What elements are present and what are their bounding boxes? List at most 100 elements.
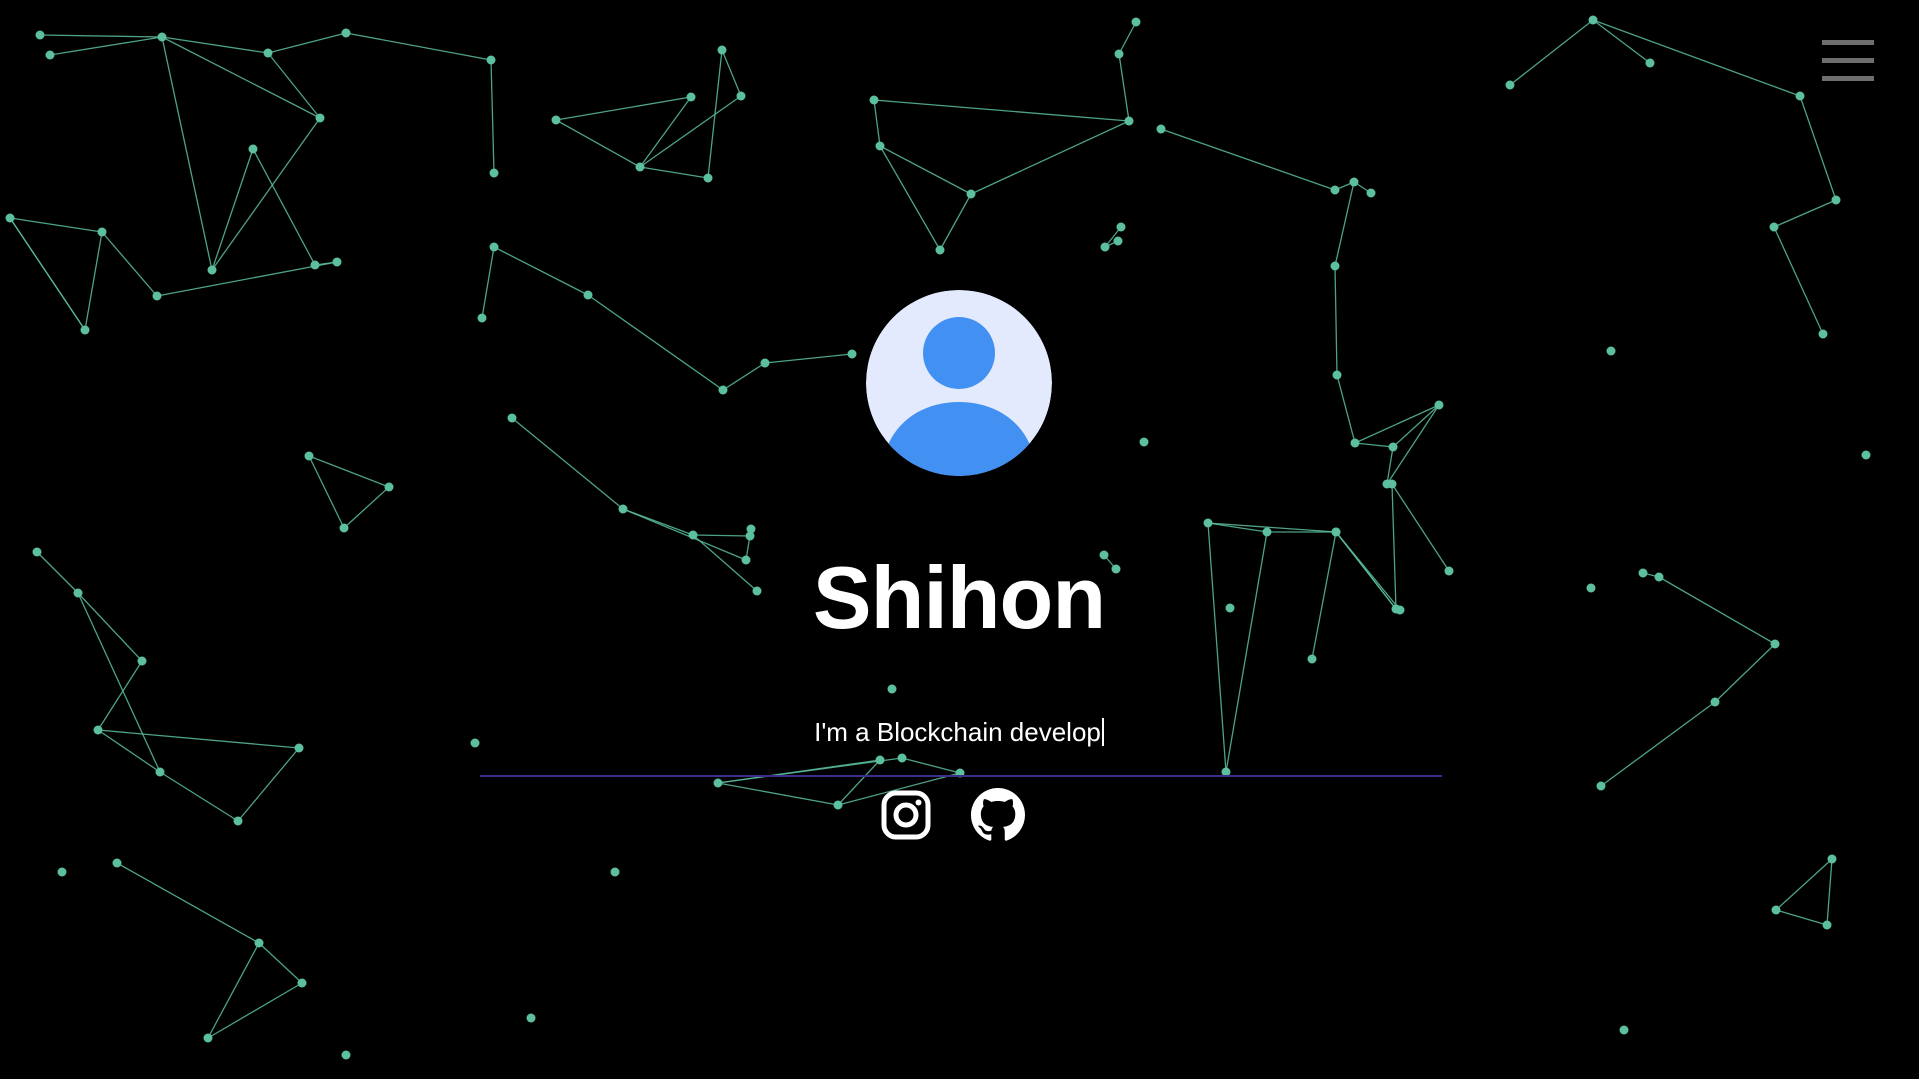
particle-dot bbox=[1505, 80, 1515, 90]
particle-dot bbox=[1366, 188, 1376, 198]
particle-link bbox=[267, 32, 347, 54]
particle-dot bbox=[384, 482, 394, 492]
particle-link bbox=[555, 119, 641, 168]
particle-dot bbox=[1434, 400, 1444, 410]
particle-dot bbox=[57, 867, 67, 877]
particle-dot bbox=[1331, 527, 1341, 537]
particle-link bbox=[267, 52, 321, 119]
particle-dot bbox=[1332, 370, 1342, 380]
particle-link bbox=[873, 99, 881, 147]
github-link[interactable] bbox=[971, 788, 1025, 842]
particle-dot bbox=[97, 227, 107, 237]
particle-link bbox=[308, 455, 345, 529]
particle-dot bbox=[746, 524, 756, 534]
particle-dot bbox=[489, 242, 499, 252]
particle-link bbox=[211, 117, 321, 271]
particle-link bbox=[511, 417, 624, 510]
particle-dot bbox=[1330, 261, 1340, 271]
particle-link bbox=[252, 148, 316, 266]
particle-dot bbox=[93, 725, 103, 735]
github-icon bbox=[971, 788, 1025, 841]
particle-dot bbox=[1822, 920, 1832, 930]
particle-dot bbox=[470, 738, 480, 748]
particle-dot bbox=[1203, 518, 1213, 528]
particle-link bbox=[837, 759, 881, 806]
particle-dot bbox=[155, 767, 165, 777]
particle-link bbox=[1311, 531, 1337, 660]
particle-dot bbox=[1827, 854, 1837, 864]
particle-dot bbox=[1769, 222, 1779, 232]
particle-link bbox=[9, 217, 103, 233]
particle-link bbox=[39, 34, 163, 38]
particle-dot bbox=[1619, 1025, 1629, 1035]
divider-line bbox=[480, 775, 1442, 777]
particle-link bbox=[161, 36, 213, 271]
particle-dot bbox=[1139, 437, 1149, 447]
particle-dot bbox=[489, 168, 499, 178]
particle-link bbox=[587, 294, 724, 391]
particle-link bbox=[939, 193, 972, 251]
menu-bar bbox=[1822, 76, 1874, 81]
particle-link bbox=[970, 120, 1130, 195]
particle-dot bbox=[1596, 781, 1606, 791]
particle-dot bbox=[736, 91, 746, 101]
particle-dot bbox=[966, 189, 976, 199]
particle-dot bbox=[1444, 566, 1454, 576]
particle-link bbox=[1391, 483, 1450, 572]
particle-link bbox=[1592, 19, 1651, 64]
particle-link bbox=[49, 36, 163, 56]
particle-dot bbox=[1113, 236, 1123, 246]
particle-dot bbox=[5, 213, 15, 223]
particle-link bbox=[639, 166, 709, 179]
particle-dot bbox=[869, 95, 879, 105]
particle-dot bbox=[1262, 527, 1272, 537]
particle-dot bbox=[1116, 222, 1126, 232]
particle-link bbox=[1160, 128, 1336, 191]
particle-dot bbox=[1586, 583, 1596, 593]
particle-link bbox=[343, 486, 390, 529]
hero-section: Shihon I'm a Blockchain develop bbox=[0, 0, 1919, 1079]
particle-link bbox=[1391, 483, 1397, 610]
particle-link bbox=[490, 59, 495, 174]
particle-link bbox=[84, 231, 103, 331]
particle-dot bbox=[551, 115, 561, 125]
particle-link bbox=[707, 49, 723, 179]
hamburger-menu-icon[interactable] bbox=[1822, 40, 1874, 82]
particle-link bbox=[77, 592, 161, 773]
particle-dot bbox=[1638, 568, 1648, 578]
particle-dot bbox=[248, 144, 258, 154]
particle-link bbox=[1118, 53, 1130, 122]
particle-dot bbox=[310, 260, 320, 270]
particle-link bbox=[77, 592, 143, 662]
instagram-link[interactable] bbox=[879, 788, 933, 842]
particle-dot bbox=[635, 162, 645, 172]
particle-dot bbox=[341, 28, 351, 38]
particle-link bbox=[1334, 181, 1355, 267]
particle-dot bbox=[112, 858, 122, 868]
particle-link bbox=[1658, 576, 1776, 645]
instagram-icon bbox=[881, 790, 931, 840]
particle-link bbox=[1714, 643, 1776, 703]
particle-dot bbox=[1124, 116, 1134, 126]
particle-dot bbox=[297, 978, 307, 988]
particle-dot bbox=[1795, 91, 1805, 101]
particle-dot bbox=[1114, 49, 1124, 59]
particle-link bbox=[156, 261, 338, 297]
particle-link bbox=[1336, 374, 1356, 444]
particle-dot bbox=[1606, 346, 1616, 356]
particle-link bbox=[1773, 199, 1837, 228]
particle-dot bbox=[1349, 177, 1359, 187]
particle-link bbox=[159, 771, 239, 822]
particle-dot bbox=[1387, 479, 1397, 489]
typed-text: I'm a Blockchain develop bbox=[814, 717, 1101, 747]
particle-link bbox=[721, 49, 742, 97]
particle-link bbox=[692, 534, 751, 537]
particle-dot bbox=[1831, 195, 1841, 205]
particle-link bbox=[1334, 265, 1338, 376]
profile-name: Shihon bbox=[812, 548, 1106, 647]
particle-dot bbox=[32, 547, 42, 557]
particle-link bbox=[1207, 522, 1337, 533]
particle-dot bbox=[1654, 572, 1664, 582]
particle-dot bbox=[1156, 124, 1166, 134]
particle-link bbox=[873, 99, 1130, 122]
